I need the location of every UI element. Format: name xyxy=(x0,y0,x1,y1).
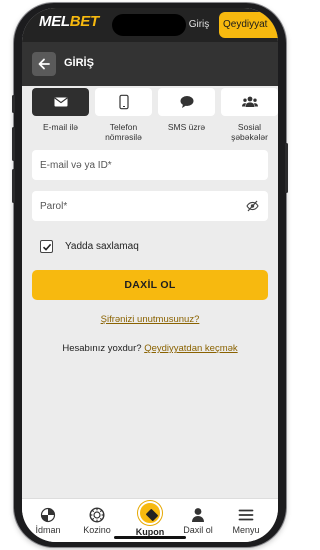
tab-sms-label: SMS üzrə xyxy=(167,122,206,132)
brand-logo[interactable]: MELBET xyxy=(39,13,99,30)
page-header: GİRİŞ xyxy=(22,42,278,86)
arrow-left-icon xyxy=(38,58,50,70)
tab-social-label: Sosial şəbəkələr xyxy=(231,122,268,142)
no-account-text: Hesabınız yoxdur? xyxy=(62,343,142,354)
mute-switch xyxy=(12,95,15,113)
tab-social[interactable]: Sosial şəbəkələr xyxy=(221,88,278,142)
header-register-button[interactable]: Qeydiyyat xyxy=(219,12,278,38)
password-input[interactable] xyxy=(32,191,268,221)
user-icon xyxy=(192,508,204,522)
remember-checkbox[interactable] xyxy=(40,240,53,253)
password-field[interactable] xyxy=(32,191,268,221)
no-account-row: Hesabınız yoxdur? Qeydiyyatdan keçmək xyxy=(22,343,278,354)
page-title: GİRİŞ xyxy=(64,57,94,69)
chat-icon xyxy=(180,96,193,108)
tab-email-label: E-mail ilə xyxy=(43,122,78,132)
app-screen: MELBET Giriş Qeydiyyat GİRİŞ E-mail ilə xyxy=(22,8,278,542)
nav-label-menu: Menyu xyxy=(232,525,260,535)
envelope-icon xyxy=(53,97,68,107)
register-link[interactable]: Qeydiyyatdan keçmək xyxy=(144,343,237,354)
login-method-tabs: E-mail ilə Telefon nömrəsilə SMS üzrə So… xyxy=(32,88,278,148)
nav-item-login[interactable]: Daxil ol xyxy=(175,507,221,535)
coupon-icon xyxy=(146,509,158,521)
dynamic-island xyxy=(112,14,186,36)
tab-phone-label: Telefon nömrəsilə xyxy=(105,122,142,142)
email-field[interactable] xyxy=(32,150,268,180)
home-indicator xyxy=(114,536,186,539)
phone-icon xyxy=(118,94,129,110)
power-button xyxy=(285,143,288,193)
tab-sms[interactable]: SMS üzrə xyxy=(158,88,215,132)
nav-label-sport: İdman xyxy=(35,525,61,535)
login-submit-button[interactable]: DAXİL OL xyxy=(32,270,268,300)
check-icon xyxy=(42,243,52,251)
eye-off-icon[interactable] xyxy=(246,200,259,212)
people-icon xyxy=(241,96,258,107)
volume-up-button xyxy=(12,127,15,161)
remember-label: Yadda saxlamaq xyxy=(65,241,139,252)
nav-item-menu[interactable]: Menyu xyxy=(223,507,269,535)
nav-item-casino[interactable]: Kozino xyxy=(74,507,120,535)
top-bar: MELBET Giriş Qeydiyyat xyxy=(22,8,278,42)
nav-label-login: Daxil ol xyxy=(183,525,213,535)
sport-icon xyxy=(40,507,56,523)
volume-down-button xyxy=(12,169,15,203)
forgot-password-link[interactable]: Şifrənizi unutmusunuz? xyxy=(22,314,278,325)
nav-label-casino: Kozino xyxy=(83,525,111,535)
back-button[interactable] xyxy=(32,52,56,76)
header-login-button[interactable]: Giriş xyxy=(184,13,214,37)
casino-chip-icon xyxy=(89,507,105,523)
tab-email[interactable]: E-mail ilə xyxy=(32,88,89,132)
nav-item-sport[interactable]: İdman xyxy=(25,507,71,535)
menu-icon xyxy=(238,509,254,521)
tab-phone[interactable]: Telefon nömrəsilə xyxy=(95,88,152,142)
email-input[interactable] xyxy=(32,150,268,180)
